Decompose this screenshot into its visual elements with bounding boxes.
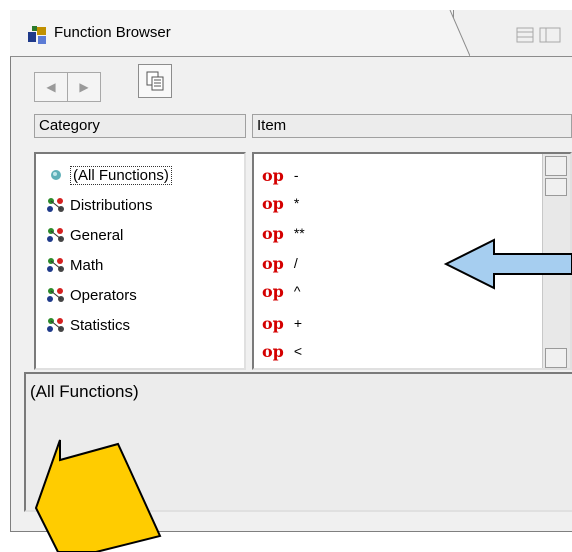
back-button[interactable]: ◀: [34, 72, 68, 102]
item-symbol: /: [293, 255, 298, 271]
item-scrollbar[interactable]: [542, 154, 570, 368]
window-title: Function Browser: [54, 24, 171, 41]
scroll-down-button[interactable]: [545, 348, 567, 368]
category-label: Operators: [70, 286, 137, 304]
title-bar: Function Browser: [10, 10, 572, 57]
list-item[interactable]: op -: [262, 164, 299, 186]
copy-icon: [146, 71, 164, 91]
category-item-all-functions[interactable]: (All Functions): [44, 164, 172, 186]
function-group-icon: [47, 258, 64, 272]
list-item[interactable]: op +: [262, 312, 302, 334]
function-group-icon: [47, 288, 64, 302]
category-item-statistics[interactable]: Statistics: [44, 314, 130, 336]
list-item[interactable]: op *: [262, 192, 299, 214]
category-list[interactable]: (All Functions) Distributions General Ma…: [34, 152, 246, 370]
item-symbol: +: [293, 315, 303, 331]
function-group-icon: [47, 318, 64, 332]
copy-button[interactable]: [138, 64, 172, 98]
category-label: Distributions: [70, 196, 153, 214]
list-item[interactable]: op <: [262, 340, 302, 362]
category-item-operators[interactable]: Operators: [44, 284, 137, 306]
forward-button[interactable]: ▶: [67, 72, 101, 102]
item-header[interactable]: Item: [252, 114, 572, 138]
op-tag: op: [262, 253, 284, 273]
tab-edge: [430, 10, 470, 56]
item-symbol: <: [293, 343, 303, 359]
category-item-distributions[interactable]: Distributions: [44, 194, 153, 216]
category-label: (All Functions): [70, 165, 172, 185]
category-label: Statistics: [70, 316, 131, 334]
category-item-general[interactable]: General: [44, 224, 123, 246]
function-group-icon: [47, 228, 64, 242]
layout-icon[interactable]: [516, 27, 562, 43]
title-tab[interactable]: Function Browser: [10, 10, 454, 56]
op-tag: op: [262, 281, 284, 301]
item-symbol: ^: [293, 283, 301, 299]
function-browser-icon: [28, 26, 46, 44]
category-item-math[interactable]: Math: [44, 254, 103, 276]
item-symbol: -: [293, 167, 299, 183]
item-symbol: **: [293, 225, 305, 241]
category-header[interactable]: Category: [34, 114, 246, 138]
item-list[interactable]: op - op * op ** op / op ^ op + op <: [252, 152, 572, 370]
function-group-icon: [47, 198, 64, 212]
op-tag: op: [262, 223, 284, 243]
arrow-left-icon: ◀: [46, 80, 56, 94]
item-symbol: *: [293, 195, 300, 211]
list-item[interactable]: op ^: [262, 280, 300, 302]
list-item[interactable]: op /: [262, 252, 298, 274]
scroll-up-button[interactable]: [545, 156, 567, 176]
description-text: (All Functions): [30, 382, 139, 401]
op-tag: op: [262, 165, 284, 185]
op-tag: op: [262, 313, 284, 333]
description-pane: (All Functions): [24, 372, 572, 512]
list-item[interactable]: op **: [262, 222, 305, 244]
arrow-right-icon: ▶: [79, 80, 89, 94]
scroll-thumb[interactable]: [545, 178, 567, 196]
op-tag: op: [262, 193, 284, 213]
category-label: Math: [70, 256, 104, 274]
category-label: General: [70, 226, 124, 244]
op-tag: op: [262, 341, 284, 361]
view-buttons: [516, 27, 562, 47]
dot-icon: [51, 170, 61, 180]
